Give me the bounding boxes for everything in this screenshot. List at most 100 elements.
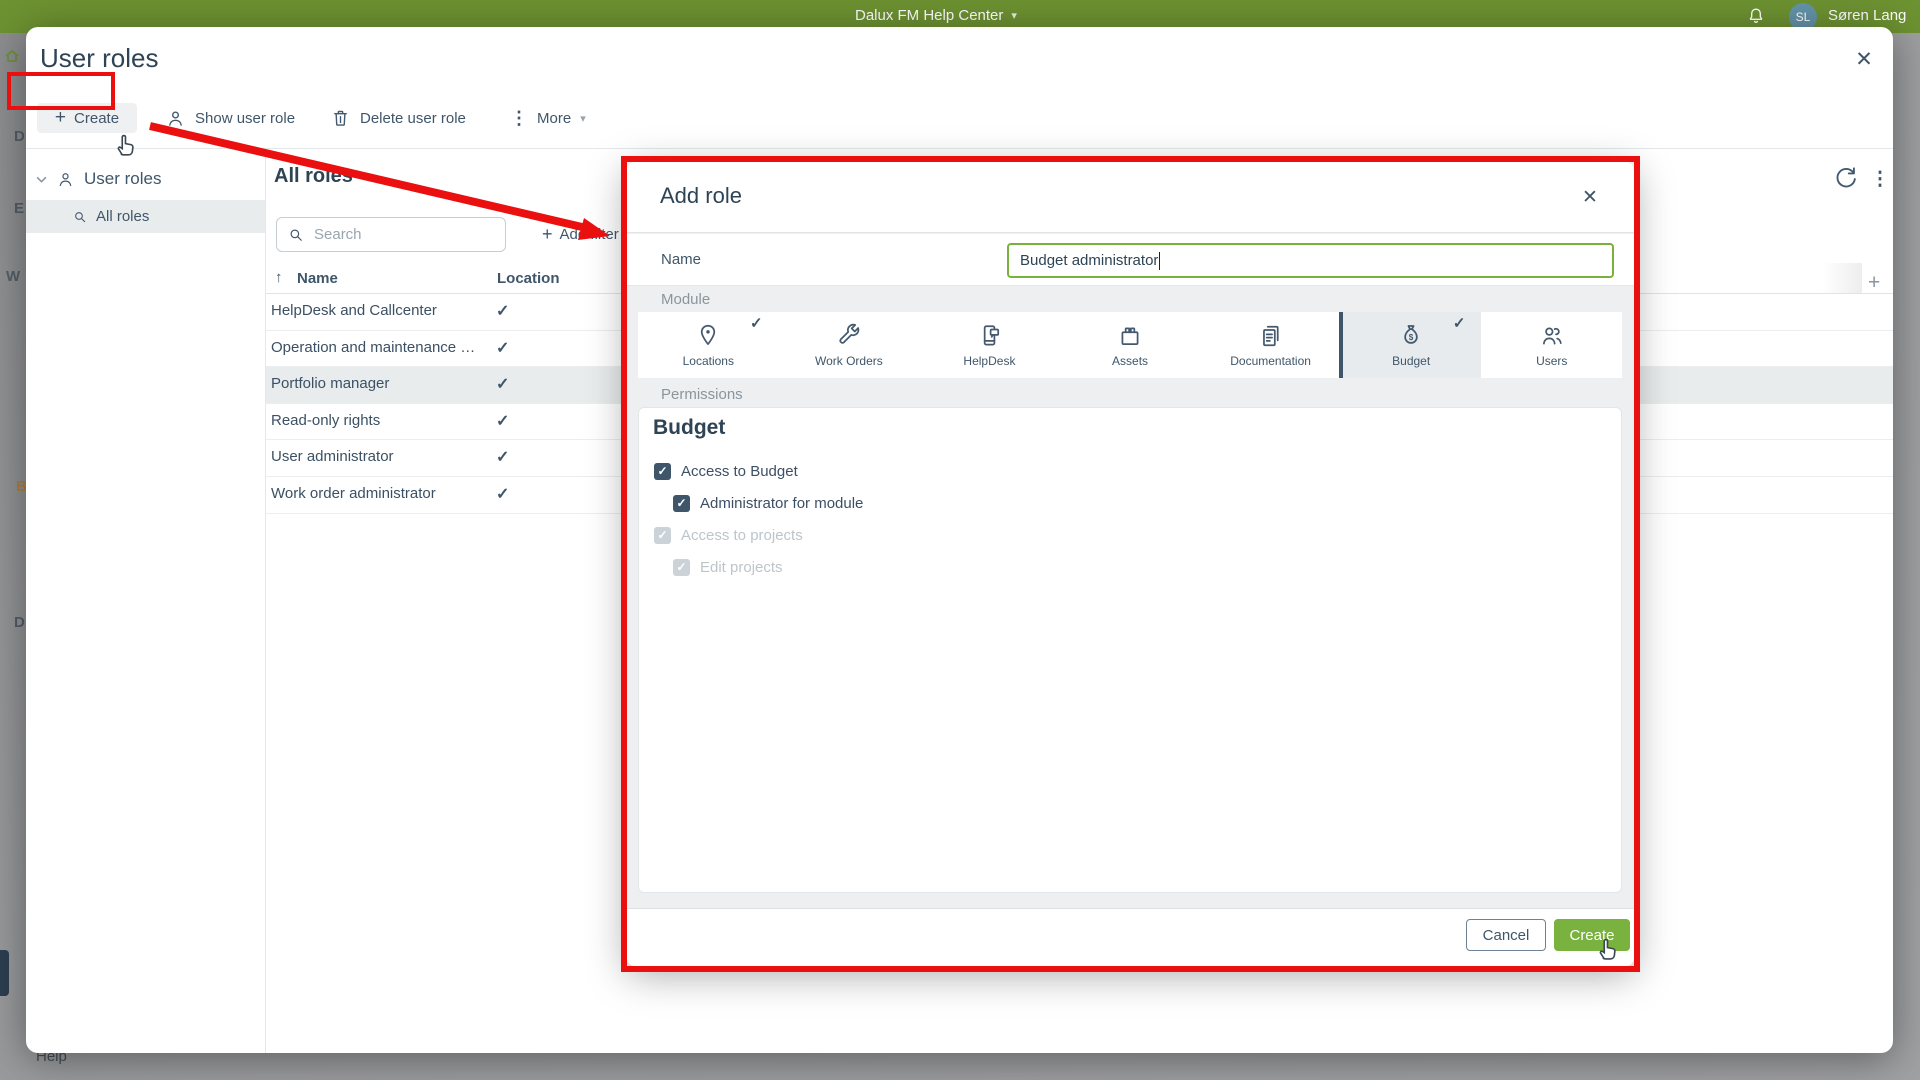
checkbox-checked-icon: ✓: [673, 559, 690, 576]
checkbox-label: Edit projects: [700, 559, 783, 576]
checkbox-label: Administrator for module: [700, 495, 863, 512]
plus-icon: +: [542, 224, 553, 245]
background-nav-bar: [0, 950, 9, 996]
tab-assets[interactable]: Assets: [1060, 312, 1201, 378]
checkbox-checked-icon: ✓: [673, 495, 690, 512]
tab-locations[interactable]: ✓ Locations: [638, 312, 779, 378]
bell-icon[interactable]: [1745, 6, 1767, 28]
tab-label: Assets: [1112, 354, 1148, 368]
kebab-icon: ⋮: [510, 108, 528, 129]
sort-ascending-icon[interactable]: ↑: [275, 269, 283, 286]
role-name: Read-only rights: [271, 412, 380, 429]
check-icon: ✓: [496, 338, 509, 358]
background-fragment: E: [14, 200, 24, 217]
background-fragment: D: [14, 128, 25, 145]
text-caret: [1159, 252, 1160, 270]
tab-label: Locations: [683, 354, 734, 368]
check-icon: ✓: [496, 484, 509, 504]
chevron-down-icon: ▾: [580, 112, 586, 125]
tab-label: HelpDesk: [963, 354, 1015, 368]
user-name[interactable]: Søren Lang: [1828, 7, 1906, 24]
divider: [26, 148, 1893, 149]
module-tabs: ✓ Locations Work Orders Help: [638, 312, 1622, 378]
search-field[interactable]: [312, 225, 482, 244]
add-filter-label: Add filter: [560, 226, 619, 243]
module-section-label: Module: [661, 291, 710, 308]
workspace-selector[interactable]: Dalux FM Help Center ▾: [855, 7, 1017, 24]
trash-icon: [330, 108, 351, 129]
tab-label: Budget: [1392, 354, 1430, 368]
column-header-location[interactable]: Location: [497, 270, 560, 287]
checkbox-access-to-projects: ✓ Access to projects: [654, 525, 803, 545]
sidebar-item-user-roles[interactable]: User roles: [26, 165, 265, 193]
dollar-glyph: $: [1409, 332, 1414, 341]
checkbox-label: Access to Budget: [681, 463, 798, 480]
add-role-modal: Add role ✕ Name Budget administrator Mod…: [627, 162, 1634, 966]
delete-user-role-button[interactable]: Delete user role: [330, 103, 466, 133]
permissions-heading: Budget: [653, 416, 725, 440]
kebab-icon[interactable]: ⋮: [1869, 165, 1891, 193]
modal-footer: Cancel Create: [627, 909, 1634, 966]
add-filter-button[interactable]: + Add filter: [542, 223, 619, 245]
page-title: User roles: [40, 43, 158, 74]
background-fragment: D: [14, 614, 25, 631]
plus-icon: +: [55, 107, 66, 129]
role-name-input[interactable]: Budget administrator: [1007, 243, 1614, 278]
check-icon: ✓: [496, 411, 509, 431]
checkbox-label: Access to projects: [681, 527, 803, 544]
tab-work-orders[interactable]: Work Orders: [779, 312, 920, 378]
check-icon: ✓: [496, 374, 509, 394]
sidebar-item-label: All roles: [96, 208, 149, 225]
tab-helpdesk[interactable]: HelpDesk: [919, 312, 1060, 378]
check-icon: ✓: [496, 301, 509, 321]
person-icon: [56, 170, 75, 189]
users-icon: [1539, 323, 1565, 349]
tab-budget[interactable]: ✓ $ Budget: [1341, 312, 1482, 378]
workspace-title: Dalux FM Help Center: [855, 7, 1003, 24]
role-name-value: Budget administrator: [1020, 252, 1158, 269]
create-button-label: Create: [74, 110, 119, 127]
checkbox-checked-icon: ✓: [654, 463, 671, 480]
search-icon: [72, 209, 88, 225]
close-icon[interactable]: ✕: [1575, 182, 1605, 212]
check-icon: ✓: [496, 447, 509, 467]
close-icon[interactable]: ✕: [1849, 44, 1879, 74]
checkbox-access-to-budget[interactable]: ✓ Access to Budget: [654, 461, 798, 481]
map-pin-icon: [695, 323, 721, 349]
checkbox-administrator-for-module[interactable]: ✓ Administrator for module: [673, 493, 863, 513]
scroll-shade: [1822, 263, 1862, 293]
sidebar-item-all-roles[interactable]: All roles: [26, 200, 265, 233]
chevron-down-icon: ▾: [1011, 9, 1017, 22]
role-name: Work order administrator: [271, 485, 436, 502]
money-bag-icon: $: [1398, 323, 1424, 349]
more-label: More: [537, 110, 571, 127]
more-button[interactable]: ⋮ More ▾: [510, 103, 586, 133]
tab-documentation[interactable]: Documentation: [1200, 312, 1341, 378]
role-name: HelpDesk and Callcenter: [271, 302, 437, 319]
list-heading: All roles: [274, 165, 353, 188]
search-input[interactable]: [276, 217, 506, 252]
tab-label: Documentation: [1230, 354, 1311, 368]
create-submit-button[interactable]: Create: [1554, 919, 1630, 951]
role-name: User administrator: [271, 448, 394, 465]
create-button[interactable]: + Create: [37, 103, 137, 133]
background-fragment: W: [6, 268, 20, 285]
tab-group-divider: [1339, 312, 1343, 378]
phone-chat-icon: [976, 323, 1002, 349]
documents-icon: [1258, 323, 1284, 349]
screen: D E W B D Help Dalux FM Help Center ▾ SL…: [0, 0, 1920, 1080]
cancel-button[interactable]: Cancel: [1466, 919, 1546, 951]
delete-user-role-label: Delete user role: [360, 110, 466, 127]
column-header-name[interactable]: Name: [297, 270, 338, 287]
tab-label: Work Orders: [815, 354, 883, 368]
add-column-button[interactable]: +: [1868, 271, 1880, 295]
person-icon: [165, 108, 186, 129]
wrench-icon: [836, 323, 862, 349]
show-user-role-label: Show user role: [195, 110, 295, 127]
show-user-role-button[interactable]: Show user role: [165, 103, 295, 133]
sidebar-group-label: User roles: [84, 169, 161, 189]
name-row: Name Budget administrator: [627, 234, 1634, 286]
tab-users[interactable]: Users: [1481, 312, 1622, 378]
modal-title: Add role: [660, 183, 742, 209]
refresh-icon[interactable]: [1832, 165, 1860, 193]
